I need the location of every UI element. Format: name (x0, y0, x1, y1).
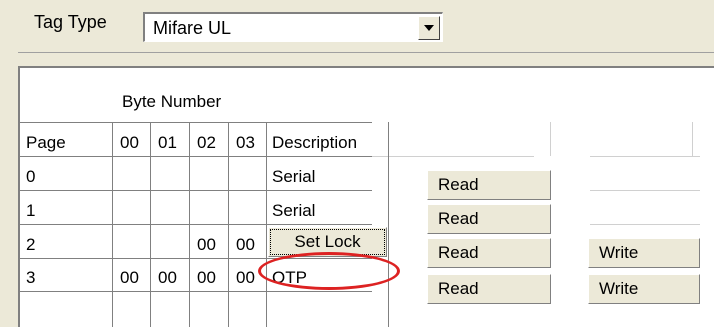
row-0-description: Serial (272, 167, 316, 186)
tag-type-panel: Tag Type Mifare UL (0, 0, 714, 52)
dropdown-arrow-button[interactable] (418, 16, 440, 40)
tag-type-value: Mifare UL (153, 18, 232, 38)
row-3-byte-03: 00 (236, 268, 255, 287)
grid-line (20, 258, 372, 259)
grid-line (266, 122, 267, 327)
row-3-read-button[interactable]: Read (427, 274, 551, 304)
row-1-read-button[interactable]: Read (427, 204, 551, 234)
grid-line (150, 122, 151, 327)
grid-line (590, 224, 700, 225)
grid-line (388, 122, 389, 327)
row-2-byte-02: 00 (197, 235, 216, 254)
grid-line (20, 190, 372, 191)
row-3-byte-01: 00 (158, 268, 177, 287)
grid-line (550, 122, 551, 156)
row-2-write-button[interactable]: Write (588, 238, 700, 268)
grid-line (189, 122, 190, 327)
tag-type-select[interactable]: Mifare UL (143, 12, 443, 42)
header-description: Description (272, 133, 358, 152)
byte-number-label: Byte Number (122, 92, 222, 111)
grid-line (228, 122, 229, 327)
row-0-read-button[interactable]: Read (427, 170, 551, 200)
header-page: Page (26, 133, 66, 152)
grid-line (692, 122, 693, 156)
row-1-page: 1 (26, 201, 36, 220)
tag-type-label: Tag Type (34, 12, 107, 32)
set-lock-button[interactable]: Set Lock (268, 227, 387, 257)
row-3-page: 3 (26, 268, 36, 287)
grid-line (372, 156, 534, 157)
row-2-byte-03: 00 (236, 235, 255, 254)
row-3-write-button[interactable]: Write (588, 274, 700, 304)
panel-divider (18, 52, 714, 53)
header-byte-00: 00 (120, 133, 139, 152)
header-byte-03: 03 (236, 133, 255, 152)
row-0-page: 0 (26, 167, 36, 186)
grid-line (20, 122, 372, 123)
row-3-description: OTP (272, 268, 307, 287)
row-2-read-button[interactable]: Read (427, 238, 551, 268)
row-1-description: Serial (272, 201, 316, 220)
grid-line (590, 156, 700, 157)
row-2-page: 2 (26, 235, 36, 254)
grid-line (590, 190, 700, 191)
row-3-byte-00: 00 (120, 268, 139, 287)
page-grid-panel: Byte Number Page 00 01 02 03 Description… (18, 66, 714, 327)
row-3-byte-02: 00 (197, 268, 216, 287)
header-byte-02: 02 (197, 133, 216, 152)
grid-line (20, 156, 372, 157)
chevron-down-icon (424, 25, 434, 31)
header-byte-01: 01 (158, 133, 177, 152)
grid-line (112, 122, 113, 327)
grid-line (20, 224, 372, 225)
grid-line (20, 291, 372, 292)
